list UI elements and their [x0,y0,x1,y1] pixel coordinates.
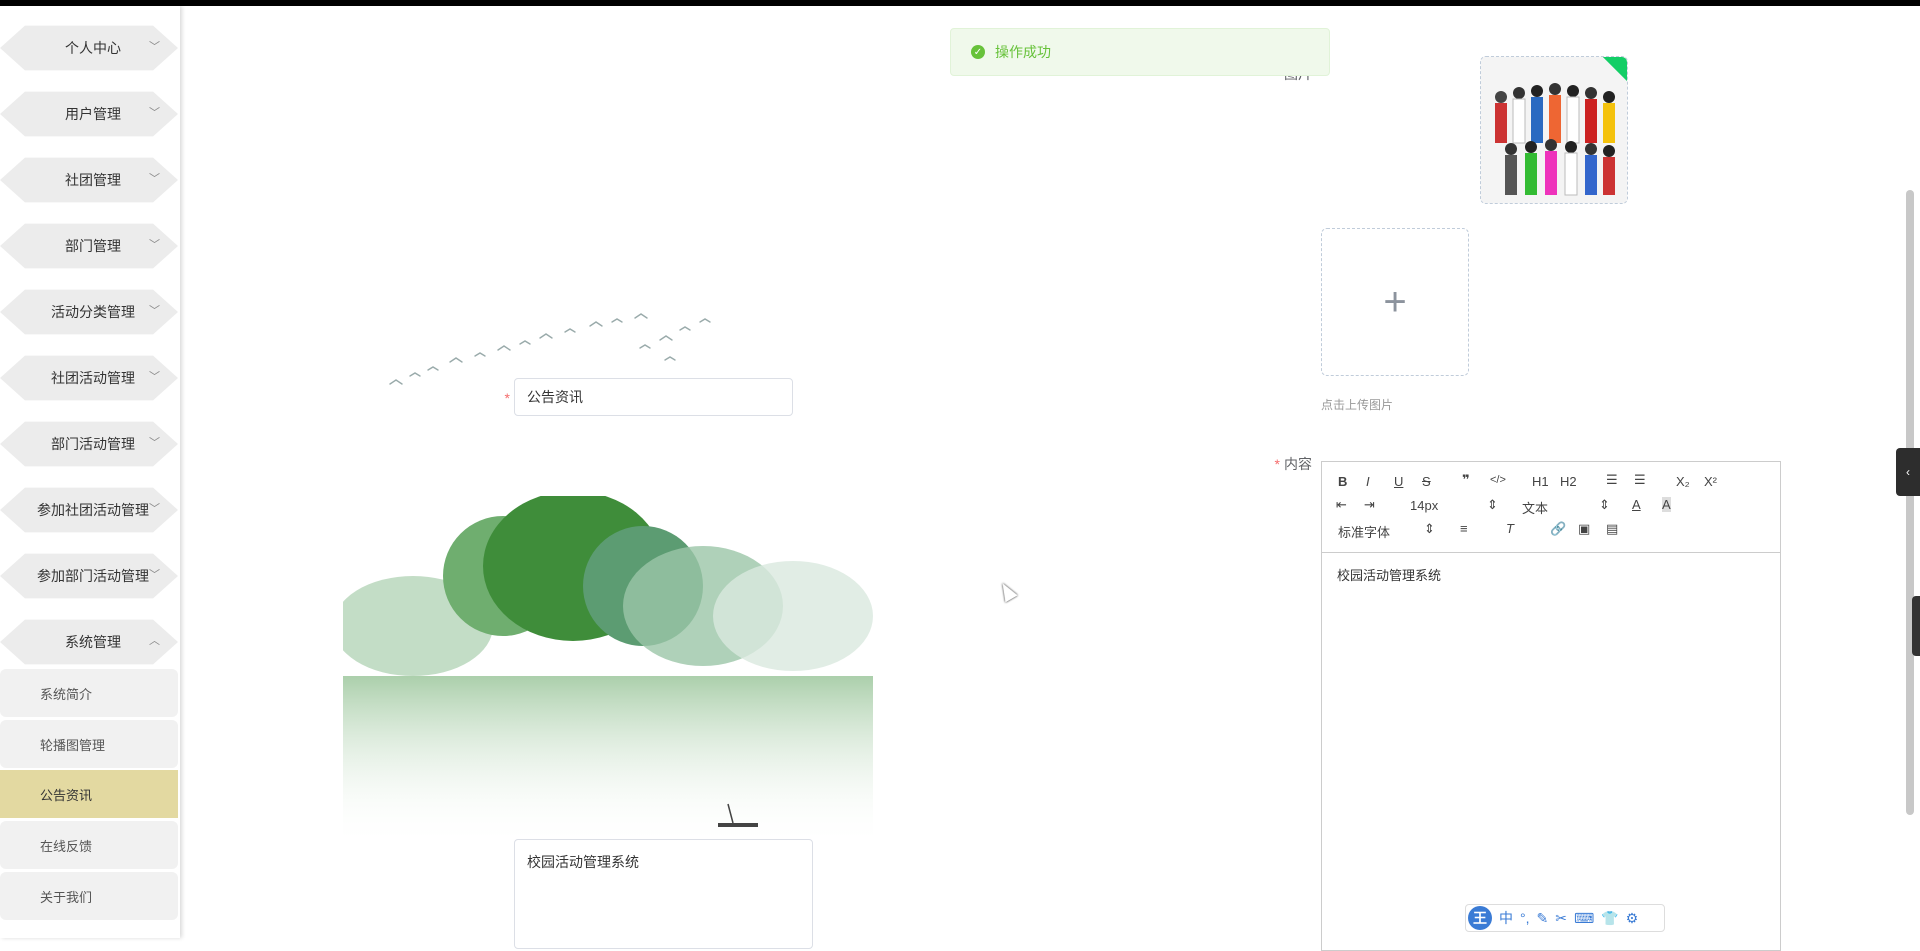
ime-logo-icon: 王 [1468,906,1492,930]
editor-toolbar: B I U S ❞ </> H1 H2 ☰ ☰ X₂ X² ⇤ ⇥ 14px ⇕… [1322,462,1780,553]
underline-button[interactable]: U [1394,474,1403,489]
settings-gear-icon[interactable]: ⚙ [1626,910,1639,927]
chevron-down-icon: ﹀ [149,503,160,515]
title-input[interactable]: 公告资讯 [514,378,793,416]
upload-add-button[interactable]: + [1321,228,1469,376]
chevron-down-icon: ﹀ [149,305,160,317]
video-icon[interactable]: ▤ [1606,521,1618,537]
subscript-button[interactable]: X₂ [1676,474,1690,489]
rich-text-editor[interactable]: B I U S ❞ </> H1 H2 ☰ ☰ X₂ X² ⇤ ⇥ 14px ⇕… [1321,461,1781,951]
superscript-button[interactable]: X² [1704,474,1717,489]
submenu-carousel-management[interactable]: 轮播图管理 [0,720,178,768]
menu-label: 社团管理 [65,172,121,188]
ime-mode-chinese[interactable]: 中 [1499,908,1513,928]
chevron-down-icon: ﹀ [149,107,160,119]
font-family-value: 标准字体 [1338,525,1391,540]
clear-format-icon[interactable]: T [1506,521,1514,536]
header-select-value: 文本 [1522,501,1549,516]
menu-join-club-activity[interactable]: 参加社团活动管理 ﹀ [0,487,178,533]
h2-button[interactable]: H2 [1560,474,1577,489]
keyboard-icon[interactable]: ⌨ [1574,910,1594,927]
menu-system-management[interactable]: 系统管理 ︿ [0,619,178,665]
menu-activity-category[interactable]: 活动分类管理 ﹀ [0,289,178,335]
side-handle[interactable] [1912,596,1920,656]
outdent-icon[interactable]: ⇤ [1336,497,1347,513]
collapse-panel-tab[interactable]: ‹ [1896,448,1920,496]
indent-icon[interactable]: ⇥ [1364,497,1375,513]
menu-join-department-activity[interactable]: 参加部门活动管理 ﹀ [0,553,178,599]
chevron-down-icon: ﹀ [149,173,160,185]
uploaded-image-thumbnail[interactable] [1480,56,1628,204]
menu-club-activity[interactable]: 社团活动管理 ﹀ [0,355,178,401]
punctuation-icon[interactable]: °, [1520,910,1530,926]
link-icon[interactable]: 🔗 [1550,521,1566,537]
menu-label: 用户管理 [65,106,121,122]
h1-button[interactable]: H1 [1532,474,1549,489]
success-toast: ✓ 操作成功 [950,28,1330,76]
font-size-select-caret-icon: ⇕ [1487,497,1498,512]
group-photo-image [1481,57,1627,203]
chevron-down-icon: ﹀ [149,437,160,449]
italic-button[interactable]: I [1366,474,1370,489]
sidebar: 个人中心 ﹀ 用户管理 ﹀ 社团管理 ﹀ 部门管理 ﹀ 活动分类管理 ﹀ 社团活… [0,6,180,938]
ime-toolbar[interactable]: 王 中 °, ✎ ✂ ⌨ 👕 ⚙ [1465,904,1665,932]
intro-textarea[interactable]: 校园活动管理系统 [514,839,813,949]
plus-icon: + [1383,279,1407,324]
content-label-text: 内容 [1284,456,1312,472]
main-content: ✓ 操作成功 *标题 公告资讯 简介 校园活动管理系统 图片 [180,6,1920,951]
chevron-down-icon: ﹀ [149,41,160,53]
chevron-down-icon: ﹀ [149,569,160,581]
menu-label: 参加社团活动管理 [37,502,149,518]
menu-label: 社团活动管理 [51,370,135,386]
submenu-online-feedback[interactable]: 在线反馈 [0,821,178,869]
scissors-icon[interactable]: ✂ [1555,910,1567,927]
menu-label: 部门管理 [65,238,121,254]
font-size-select[interactable]: 14px [1410,498,1438,513]
bullet-list-icon[interactable]: ☰ [1634,472,1646,488]
ordered-list-icon[interactable]: ☰ [1606,472,1618,488]
chevron-down-icon: ﹀ [149,239,160,251]
header-select-caret-icon: ⇕ [1599,497,1610,512]
submenu-about-us[interactable]: 关于我们 [0,872,178,920]
required-mark: * [504,390,510,406]
font-family-select[interactable]: 标准字体 [1338,522,1390,541]
editor-body[interactable]: 校园活动管理系统 [1322,553,1780,596]
image-icon[interactable]: ▣ [1578,521,1590,537]
check-circle-icon: ✓ [971,45,985,59]
background-color-icon[interactable]: A [1662,497,1671,512]
menu-club-management[interactable]: 社团管理 ﹀ [0,157,178,203]
menu-user-management[interactable]: 用户管理 ﹀ [0,91,178,137]
mouse-cursor [996,579,1018,603]
code-block-button[interactable]: </> [1490,474,1506,486]
submenu-system-intro[interactable]: 系统简介 [0,669,178,717]
font-family-select-caret-icon: ⇕ [1424,521,1435,536]
menu-personal-center[interactable]: 个人中心 ﹀ [0,25,178,71]
blockquote-button[interactable]: ❞ [1462,472,1470,488]
chevron-up-icon: ︿ [149,635,160,647]
content-label: * 内容 [1240,454,1312,474]
align-icon[interactable]: ≡ [1460,521,1468,536]
menu-label: 参加部门活动管理 [37,568,149,584]
font-color-icon[interactable]: A [1632,497,1641,512]
submenu-announcements[interactable]: 公告资讯 [0,770,178,818]
menu-label: 部门活动管理 [51,436,135,452]
chevron-down-icon: ﹀ [149,371,160,383]
skin-icon[interactable]: 👕 [1601,910,1618,927]
strike-button[interactable]: S [1422,474,1431,489]
bold-button[interactable]: B [1338,474,1347,489]
required-mark: * [1274,456,1280,472]
menu-department-management[interactable]: 部门管理 ﹀ [0,223,178,269]
font-size-value: 14px [1410,498,1439,513]
landscape-decoration [343,496,873,846]
page-scrollbar[interactable] [1906,190,1914,815]
toast-text: 操作成功 [995,44,1051,60]
upload-tip: 点击上传图片 [1321,398,1394,412]
menu-label: 系统管理 [65,634,121,650]
menu-label: 个人中心 [65,40,121,56]
handwriting-icon[interactable]: ✎ [1537,910,1549,927]
menu-label: 活动分类管理 [51,304,135,320]
header-select[interactable]: 文本 [1522,498,1548,517]
menu-department-activity[interactable]: 部门活动管理 ﹀ [0,421,178,467]
chevron-left-icon: ‹ [1906,465,1910,479]
